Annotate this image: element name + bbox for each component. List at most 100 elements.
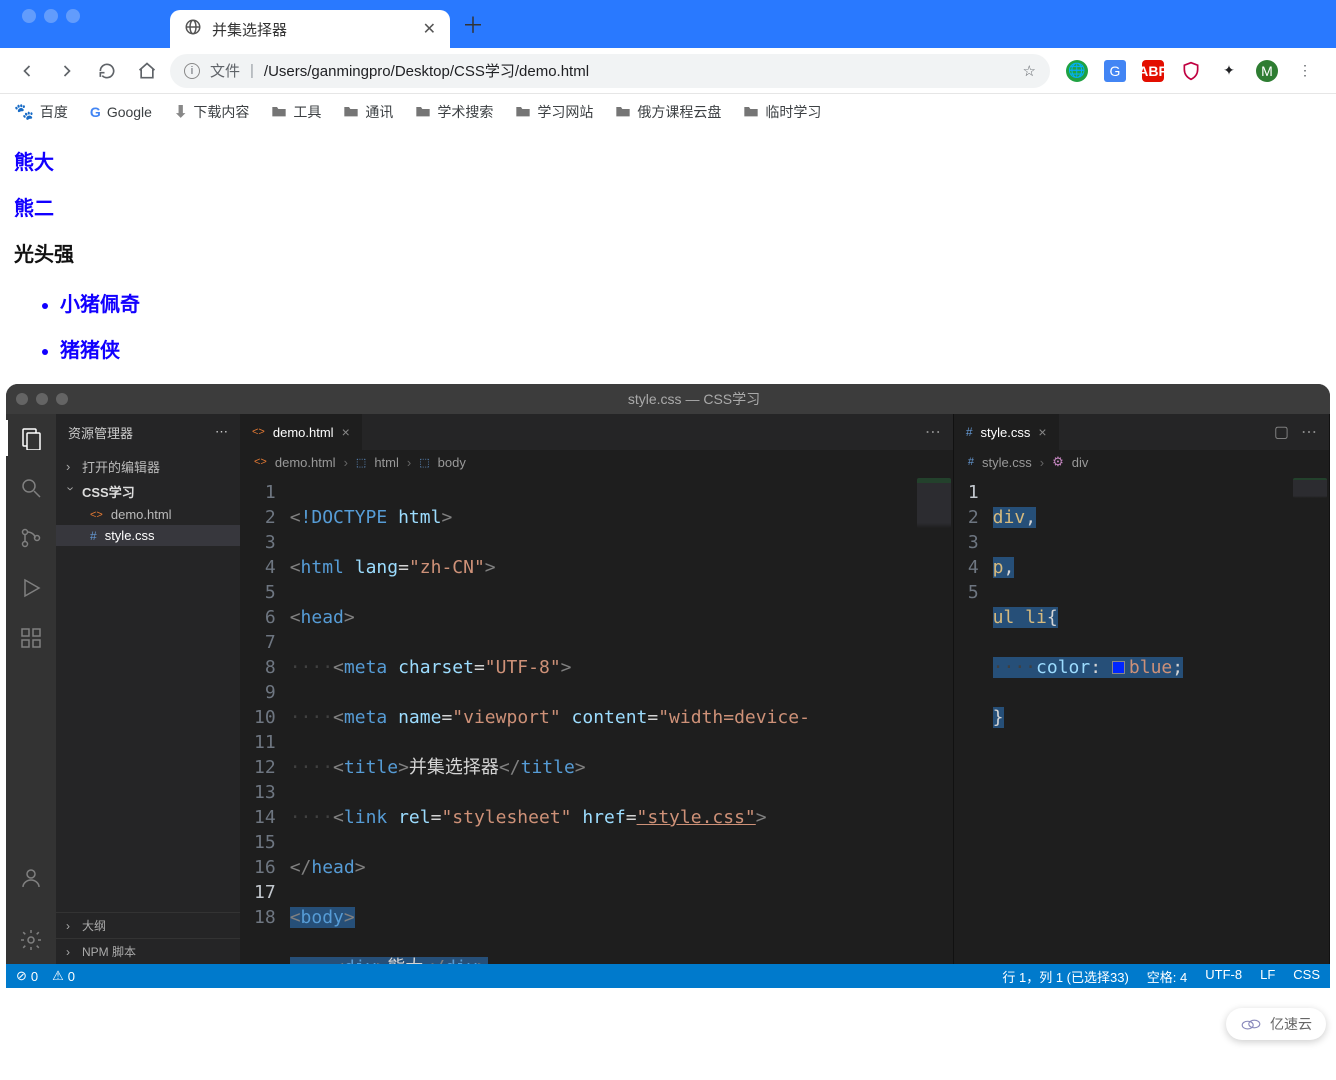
google-icon: G (90, 104, 101, 120)
status-encoding[interactable]: UTF-8 (1205, 967, 1242, 986)
status-warnings[interactable]: ⚠0 (52, 968, 75, 984)
forward-button[interactable] (50, 54, 84, 88)
vscode-titlebar[interactable]: style.css — CSS学习 (6, 384, 1330, 414)
editor-pane-left: <>demo.html× ⋯ <>demo.html› ⬚html› ⬚body… (240, 414, 954, 964)
tab-demo-html[interactable]: <>demo.html× (240, 414, 362, 450)
file-style-css[interactable]: #style.css (56, 525, 240, 546)
list-item: 小猪佩奇 (60, 282, 1322, 328)
address-url: /Users/ganmingpro/Desktop/CSS学习/demo.htm… (264, 60, 589, 81)
globe-icon (184, 18, 202, 41)
ext-abp-icon[interactable]: ABP (1142, 60, 1164, 82)
explorer-sidebar: 资源管理器 ⋯ 打开的编辑器 CSS学习 <>demo.html #style.… (56, 414, 240, 964)
browser-tab[interactable]: 并集选择器 ✕ (170, 10, 450, 48)
element-icon: ⬚ (419, 456, 429, 469)
bookmark-google[interactable]: GGoogle (90, 104, 152, 120)
sidebar-header: 资源管理器 ⋯ (56, 414, 240, 450)
npm-section[interactable]: NPM 脚本 (56, 938, 240, 964)
ext-shield-icon[interactable] (1180, 60, 1202, 82)
open-editors-section[interactable]: 打开的编辑器 (56, 454, 240, 479)
line-gutter: 12345 (954, 474, 993, 964)
bookmark-downloads[interactable]: ⬇下载内容 (174, 102, 249, 122)
search-icon[interactable] (17, 474, 45, 502)
account-icon[interactable] (17, 864, 45, 892)
activity-bar (6, 414, 56, 964)
page-p: 熊二 (14, 186, 1322, 232)
code-area-left[interactable]: <!DOCTYPE html> <html lang="zh-CN"> <hea… (290, 474, 953, 964)
status-lang[interactable]: CSS (1293, 967, 1320, 986)
more-icon[interactable]: ⋯ (925, 422, 941, 442)
close-icon[interactable]: × (342, 424, 350, 440)
css-file-icon: # (966, 425, 973, 439)
minimap[interactable] (917, 478, 951, 528)
status-eol[interactable]: LF (1260, 967, 1275, 986)
info-icon[interactable]: i (184, 63, 200, 79)
back-button[interactable] (10, 54, 44, 88)
debug-icon[interactable] (17, 574, 45, 602)
ext-globe-icon[interactable]: 🌐 (1066, 60, 1088, 82)
status-cursor[interactable]: 行 1，列 1 (已选择33) (1002, 967, 1128, 986)
ext-translate-icon[interactable]: G (1104, 60, 1126, 82)
code-editor-right[interactable]: 12345 div, p, ul li{ ····color: blue; } (954, 474, 1329, 964)
browser-tabstrip: 并集选择器 ✕ ＋ (0, 0, 1336, 48)
address-scheme: 文件 (210, 60, 240, 81)
folder-icon (415, 104, 431, 121)
bookmark-temp[interactable]: 临时学习 (743, 102, 821, 122)
vscode-window: style.css — CSS学习 资源管理器 ⋯ 打开的编辑器 CSS学习 (6, 384, 1330, 988)
more-icon[interactable]: ⋯ (215, 424, 228, 440)
settings-icon[interactable] (17, 926, 45, 954)
folder-icon (271, 104, 287, 121)
browser-toolbar: i 文件 | /Users/ganmingpro/Desktop/CSS学习/d… (0, 48, 1336, 94)
tab-style-css[interactable]: #style.css× (954, 414, 1059, 450)
minimap[interactable] (1293, 478, 1327, 498)
bookmark-comm[interactable]: 通讯 (343, 102, 393, 122)
outline-section[interactable]: 大纲 (56, 912, 240, 938)
download-icon: ⬇ (174, 102, 187, 122)
git-icon[interactable] (17, 524, 45, 552)
editor-tabs-right: #style.css× ▢ ⋯ (954, 414, 1329, 450)
editor-pane-right: #style.css× ▢ ⋯ #style.css› ⚙div 12345 di… (954, 414, 1330, 964)
window-controls[interactable] (16, 393, 68, 405)
page-content: 熊大 熊二 光头强 小猪佩奇 猪猪侠 (0, 130, 1336, 384)
editor-tabs-left: <>demo.html× ⋯ (240, 414, 953, 450)
split-icon[interactable]: ▢ (1274, 422, 1289, 442)
folder-section[interactable]: CSS学习 (56, 479, 240, 504)
more-icon[interactable]: ⋯ (1301, 422, 1317, 442)
bookmark-scholar[interactable]: 学术搜索 (415, 102, 493, 122)
file-demo-html[interactable]: <>demo.html (56, 504, 240, 525)
html-file-icon: <> (254, 456, 267, 468)
watermark: 亿速云 (1226, 1008, 1326, 1040)
selector-icon: ⚙ (1052, 454, 1064, 470)
tab-title: 并集选择器 (212, 19, 413, 40)
explorer-icon[interactable] (17, 424, 45, 452)
menu-icon[interactable]: ⋮ (1294, 60, 1316, 82)
extensions-icon[interactable] (17, 624, 45, 652)
css-file-icon: # (90, 529, 97, 543)
star-icon[interactable]: ☆ (1023, 62, 1036, 80)
reload-button[interactable] (90, 54, 124, 88)
paw-icon: 🐾 (14, 102, 34, 122)
breadcrumbs-right[interactable]: #style.css› ⚙div (954, 450, 1329, 474)
bookmark-baidu[interactable]: 🐾百度 (14, 102, 68, 122)
folder-icon (343, 104, 359, 121)
extension-icons: 🌐 G ABP ✦ M ⋮ (1056, 60, 1326, 82)
address-bar[interactable]: i 文件 | /Users/ganmingpro/Desktop/CSS学习/d… (170, 54, 1050, 88)
breadcrumbs-left[interactable]: <>demo.html› ⬚html› ⬚body (240, 450, 953, 474)
extensions-icon[interactable]: ✦ (1218, 60, 1240, 82)
profile-avatar[interactable]: M (1256, 60, 1278, 82)
new-tab-button[interactable]: ＋ (450, 8, 496, 40)
close-icon[interactable]: × (1038, 424, 1046, 440)
status-errors[interactable]: ⊘0 (16, 968, 38, 984)
bookmark-study[interactable]: 学习网站 (515, 102, 593, 122)
close-icon[interactable]: ✕ (423, 19, 436, 39)
window-controls[interactable] (12, 9, 90, 39)
html-file-icon: <> (90, 509, 103, 521)
folder-icon (615, 104, 631, 121)
code-area-right[interactable]: div, p, ul li{ ····color: blue; } (993, 474, 1329, 964)
home-button[interactable] (130, 54, 164, 88)
bookmark-tools[interactable]: 工具 (271, 102, 321, 122)
folder-icon (515, 104, 531, 121)
bookmark-cloud[interactable]: 俄方课程云盘 (615, 102, 721, 122)
status-spaces[interactable]: 空格: 4 (1147, 967, 1187, 986)
code-editor-left[interactable]: 123456789101112131415161718 <!DOCTYPE ht… (240, 474, 953, 964)
warning-icon: ⚠ (52, 968, 64, 984)
